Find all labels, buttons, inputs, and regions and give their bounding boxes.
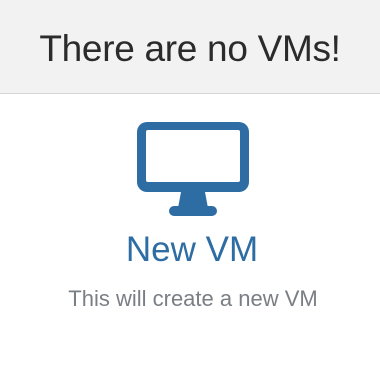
page-title: There are no VMs! bbox=[39, 27, 341, 69]
new-vm-button[interactable]: New VM This will create a new VM bbox=[0, 120, 380, 340]
empty-state-header: There are no VMs! bbox=[0, 0, 380, 94]
monitor-icon bbox=[137, 122, 249, 216]
new-vm-label[interactable]: New VM bbox=[126, 230, 258, 270]
new-vm-description: This will create a new VM bbox=[68, 286, 318, 311]
